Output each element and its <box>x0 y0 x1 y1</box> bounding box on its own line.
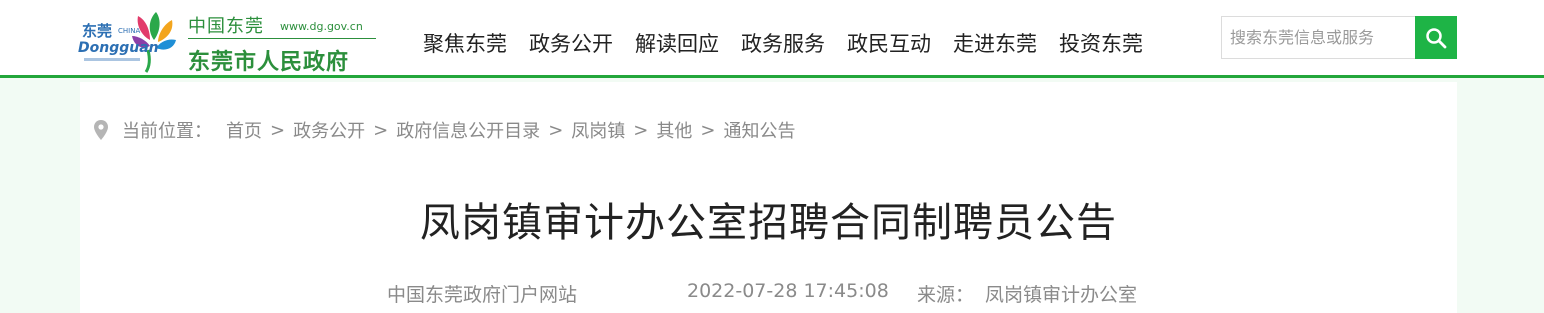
article-panel: 当前位置： 首页 > 政务公开 > 政府信息公开目录 > 凤岗镇 > 其他 > … <box>80 82 1457 313</box>
nav-item-about[interactable]: 走进东莞 <box>953 28 1037 60</box>
breadcrumb-separator: > <box>633 119 649 141</box>
site-header: 东莞 CHINA Dongguan 中国东莞 www.dg.gov.cn 东莞市… <box>0 0 1544 78</box>
nav-item-invest[interactable]: 投资东莞 <box>1059 28 1143 60</box>
article-source: 凤岗镇审计办公室 <box>985 284 1138 306</box>
breadcrumb-separator: > <box>548 119 564 141</box>
breadcrumb-other[interactable]: 其他 <box>656 117 692 143</box>
breadcrumb-separator: > <box>700 119 716 141</box>
nav-item-open-government[interactable]: 政务公开 <box>529 28 613 60</box>
search-input[interactable] <box>1222 17 1416 58</box>
logo-url: www.dg.gov.cn <box>280 20 363 33</box>
nav-item-services[interactable]: 政务服务 <box>741 28 825 60</box>
breadcrumb-open-government[interactable]: 政务公开 <box>293 117 365 143</box>
breadcrumb-separator: > <box>373 119 389 141</box>
article-date: 2022-07-28 17:45:08 <box>687 280 889 302</box>
article-site: 中国东莞政府门户网站 <box>387 284 578 306</box>
logo-cn-top: 中国东莞 <box>188 16 264 37</box>
dongguan-logo-icon: 东莞 CHINA Dongguan <box>78 12 176 73</box>
logo-text: 中国东莞 www.dg.gov.cn 东莞市人民政府 <box>188 8 378 75</box>
nav-item-interaction[interactable]: 政民互动 <box>847 28 931 60</box>
search-box <box>1221 16 1457 59</box>
search-button[interactable] <box>1415 16 1457 59</box>
breadcrumb-info-catalog[interactable]: 政府信息公开目录 <box>396 117 540 143</box>
breadcrumb-home[interactable]: 首页 <box>226 117 262 143</box>
site-logo[interactable]: 东莞 CHINA Dongguan 中国东莞 www.dg.gov.cn 东莞市… <box>78 6 378 75</box>
nav-item-interpretation[interactable]: 解读回应 <box>635 28 719 60</box>
svg-text:CHINA: CHINA <box>118 27 140 35</box>
logo-divider <box>188 38 376 39</box>
svg-text:Dongguan: Dongguan <box>78 40 159 56</box>
breadcrumb: 当前位置： 首页 > 政务公开 > 政府信息公开目录 > 凤岗镇 > 其他 > … <box>94 116 795 144</box>
breadcrumb-label: 当前位置： <box>122 121 212 142</box>
svg-text:东莞: 东莞 <box>82 22 112 40</box>
breadcrumb-separator: > <box>270 119 286 141</box>
article-title: 凤岗镇审计办公室招聘合同制聘员公告 <box>420 200 1117 246</box>
logo-site-name: 东莞市人民政府 <box>188 50 350 75</box>
main-nav: 聚焦东莞 政务公开 解读回应 政务服务 政民互动 走进东莞 投资东莞 <box>423 28 1165 60</box>
breadcrumb-fenggang[interactable]: 凤岗镇 <box>571 117 625 143</box>
nav-item-focus[interactable]: 聚焦东莞 <box>423 28 507 60</box>
article-meta: 中国东莞政府门户网站 2022-07-28 17:45:08 来源： 凤岗镇审计… <box>80 280 1457 308</box>
location-pin-icon <box>94 120 108 140</box>
article-source-label: 来源： <box>917 284 975 306</box>
breadcrumb-notices[interactable]: 通知公告 <box>723 117 795 143</box>
search-icon <box>1426 27 1447 48</box>
